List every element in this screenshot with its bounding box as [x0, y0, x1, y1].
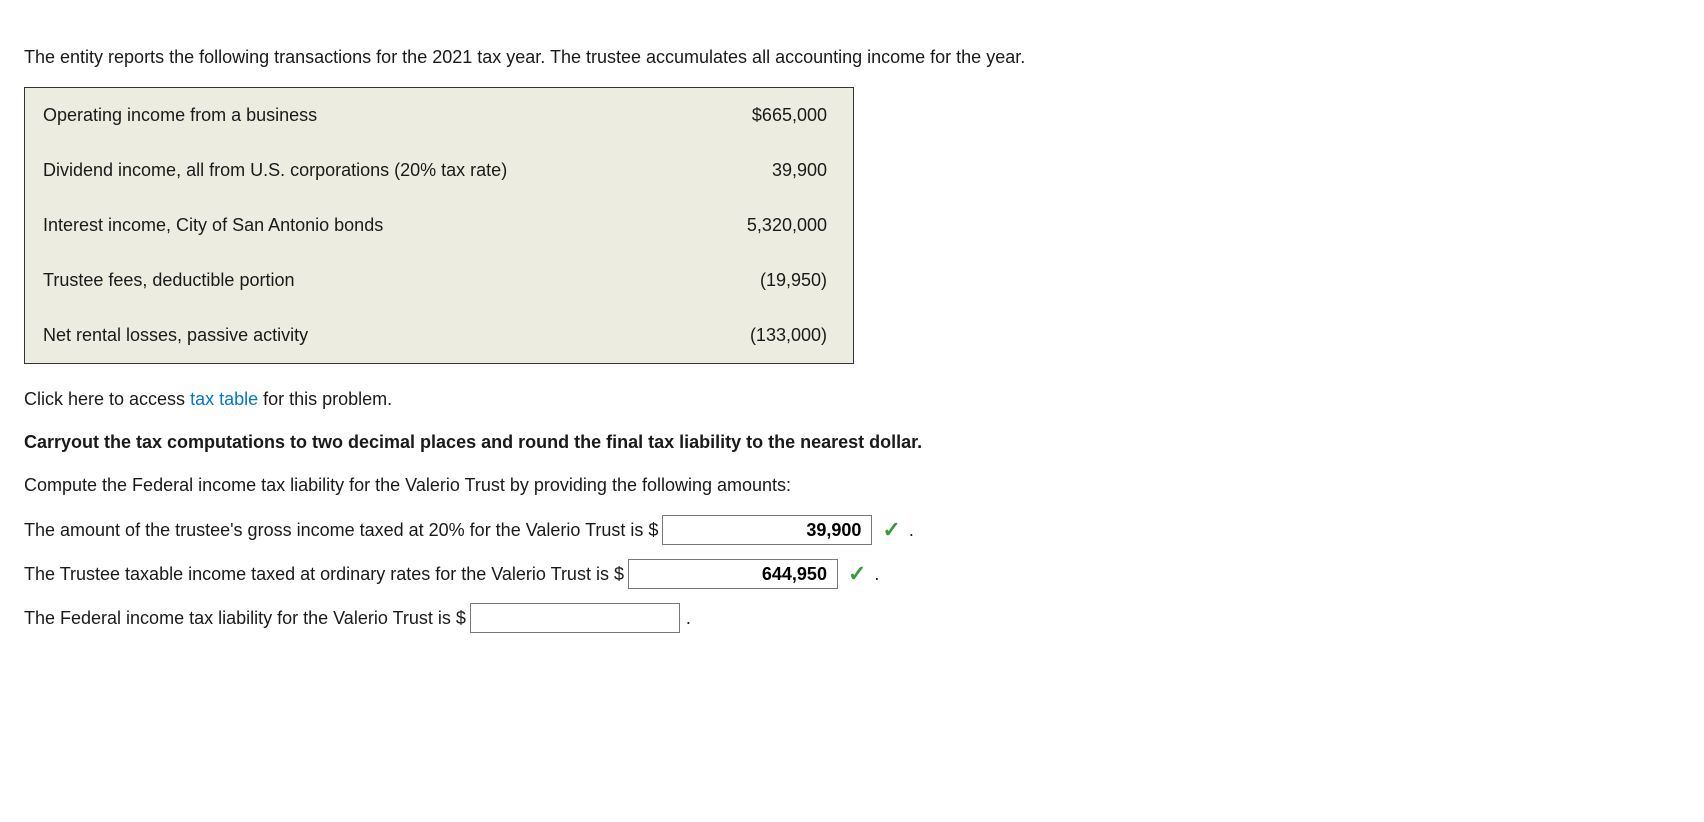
transactions-table: Operating income from a business $665,00… [24, 87, 854, 364]
check-icon: ✓ [882, 519, 900, 541]
table-row: Interest income, City of San Antonio bon… [25, 198, 854, 253]
row-amount: (19,950) [688, 253, 853, 308]
link-paragraph: Click here to access tax table for this … [24, 386, 1680, 413]
row-label: Trustee fees, deductible portion [25, 253, 689, 308]
answer-1-input[interactable] [662, 515, 872, 545]
row-label: Net rental losses, passive activity [25, 308, 689, 364]
check-icon: ✓ [848, 563, 866, 585]
row-label: Interest income, City of San Antonio bon… [25, 198, 689, 253]
answer-2-input[interactable] [628, 559, 838, 589]
row-label: Dividend income, all from U.S. corporati… [25, 143, 689, 198]
row-amount: 39,900 [688, 143, 853, 198]
row-amount: 5,320,000 [688, 198, 853, 253]
period: . [874, 561, 879, 588]
table-row: Dividend income, all from U.S. corporati… [25, 143, 854, 198]
compute-text: Compute the Federal income tax liability… [24, 472, 1680, 499]
row-label: Operating income from a business [25, 88, 689, 144]
answer-3-input[interactable] [470, 603, 680, 633]
answer-row-3: The Federal income tax liability for the… [24, 603, 1680, 633]
question-3-text: The Federal income tax liability for the… [24, 605, 466, 632]
tax-table-link[interactable]: tax table [190, 389, 258, 409]
link-post-text: for this problem. [258, 389, 392, 409]
question-2-text: The Trustee taxable income taxed at ordi… [24, 561, 624, 588]
instruction-text: Carryout the tax computations to two dec… [24, 429, 1680, 456]
answer-row-2: The Trustee taxable income taxed at ordi… [24, 559, 1680, 589]
period: . [686, 605, 691, 632]
table-row: Trustee fees, deductible portion (19,950… [25, 253, 854, 308]
row-amount: (133,000) [688, 308, 853, 364]
table-row: Net rental losses, passive activity (133… [25, 308, 854, 364]
link-pre-text: Click here to access [24, 389, 190, 409]
table-row: Operating income from a business $665,00… [25, 88, 854, 144]
row-amount: $665,000 [688, 88, 853, 144]
question-1-text: The amount of the trustee's gross income… [24, 517, 658, 544]
answer-row-1: The amount of the trustee's gross income… [24, 515, 1680, 545]
intro-text: The entity reports the following transac… [24, 44, 1680, 71]
period: . [909, 517, 914, 544]
